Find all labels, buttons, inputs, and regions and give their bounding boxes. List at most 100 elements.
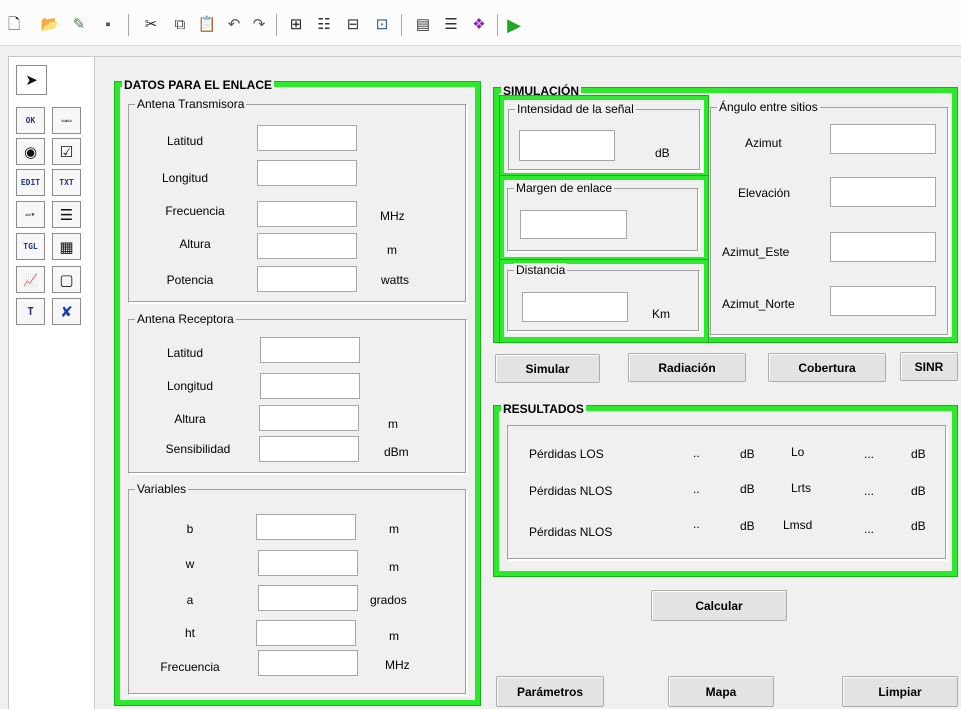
axes-icon[interactable]: 📈 (16, 266, 45, 293)
elevacion-input[interactable] (830, 177, 936, 207)
lrts-label: Lrts (791, 481, 812, 495)
edit-icon[interactable]: ✎ (69, 15, 89, 35)
tx-altura-input[interactable] (257, 233, 357, 259)
popup-menu-icon[interactable]: ▭▾ (16, 201, 45, 228)
tab-order-icon[interactable]: ⊟ (343, 15, 363, 35)
object-browser-icon[interactable]: ❖ (469, 15, 489, 35)
edit-text-icon[interactable]: EDIT (16, 169, 45, 196)
tx-group-title: Antena Transmisora (135, 97, 247, 111)
cut-icon[interactable]: ✂ (141, 15, 161, 35)
lo-unit: dB (911, 447, 926, 461)
rx-altura-input[interactable] (259, 405, 359, 431)
rx-longitud-label: Longitud (166, 379, 214, 393)
tx-longitud-input[interactable] (257, 160, 357, 186)
button-group-icon[interactable]: T (16, 298, 45, 325)
var-w-unit: m (389, 560, 399, 574)
radiacion-button[interactable]: Radiación (628, 353, 746, 382)
rx-altura-unit: m (388, 417, 398, 431)
distancia-input[interactable] (522, 292, 628, 322)
slider-icon[interactable]: ▭▭ (52, 107, 81, 134)
save-icon[interactable]: ▪ (98, 15, 118, 35)
intensidad-unit: dB (655, 146, 670, 160)
activex-icon[interactable]: ✘ (52, 298, 81, 325)
paste-icon[interactable]: 📋 (197, 15, 217, 35)
var-a-input[interactable] (258, 585, 358, 611)
radio-button-icon[interactable]: ◉ (16, 138, 45, 165)
var-a-unit: grados (370, 593, 407, 607)
distancia-unit: Km (652, 307, 670, 321)
var-ht-label: ht (184, 626, 195, 640)
var-ht-unit: m (389, 629, 399, 643)
align-icon[interactable]: ⊞ (286, 15, 306, 35)
editor-icon[interactable]: ▤ (413, 15, 433, 35)
rx-longitud-input[interactable] (260, 373, 360, 399)
copy-icon[interactable]: ⧉ (170, 15, 190, 35)
azimut-input[interactable] (830, 124, 936, 154)
rx-latitud-input[interactable] (260, 337, 360, 363)
cobertura-button[interactable]: Cobertura (768, 353, 886, 382)
push-button-icon[interactable]: OK (16, 107, 45, 134)
toolbar-editor-icon[interactable]: ⊡ (372, 15, 392, 35)
toolbar-separator (128, 14, 129, 36)
toolbar-separator (497, 14, 498, 36)
listbox-icon[interactable]: ☰ (52, 201, 81, 228)
tx-latitud-input[interactable] (257, 125, 357, 151)
rx-group-title: Antena Receptora (135, 312, 236, 326)
component-palette: ➤ OK ▭▭ ◉ ☑ EDIT TXT ▭▾ ☰ TGL ▦ 📈 ▢ T ✘ (8, 56, 100, 709)
menu-editor-icon[interactable]: ☷ (314, 15, 334, 35)
rx-latitud-label: Latitud (166, 346, 204, 360)
perdidas-nlos-unit: dB (740, 482, 755, 496)
lmsd-unit: dB (911, 519, 926, 533)
property-inspector-icon[interactable]: ☰ (441, 15, 461, 35)
lo-label: Lo (791, 445, 805, 459)
perdidas-los-label: Pérdidas LOS (529, 447, 604, 461)
simular-button[interactable]: Simular (495, 354, 600, 383)
undo-icon[interactable]: ↶ (224, 15, 244, 35)
var-ht-input[interactable] (256, 620, 356, 646)
elevacion-label: Elevación (738, 186, 791, 200)
limpiar-button[interactable]: Limpiar (842, 676, 958, 707)
rx-sensibilidad-input[interactable] (259, 436, 359, 462)
checkbox-icon[interactable]: ☑ (52, 138, 81, 165)
angulo-title: Ángulo entre sitios (717, 100, 820, 114)
var-frecuencia-label: Frecuencia (160, 660, 220, 674)
parametros-button[interactable]: Parámetros (496, 676, 604, 707)
enlace-title: DATOS PARA EL ENLACE (122, 78, 275, 92)
var-w-label: w (185, 557, 195, 571)
var-frecuencia-input[interactable] (258, 650, 358, 676)
azimut-norte-input[interactable] (830, 286, 936, 316)
var-w-input[interactable] (258, 550, 358, 576)
tx-potencia-label: Potencia (166, 273, 214, 287)
lmsd-value: ... (864, 522, 875, 536)
var-b-input[interactable] (256, 514, 356, 540)
toolbar: 🗋 📂 ✎ ▪ ✂ ⧉ 📋 ↶ ↷ ⊞ ☷ ⊟ ⊡ ▤ ☰ ❖ ▶ (0, 0, 961, 46)
tx-potencia-input[interactable] (257, 266, 357, 292)
azimut-label: Azimut (745, 136, 782, 150)
tx-frecuencia-input[interactable] (257, 201, 357, 227)
lrts-unit: dB (911, 484, 926, 498)
redo-icon[interactable]: ↷ (249, 15, 269, 35)
calcular-button[interactable]: Calcular (651, 590, 787, 621)
open-folder-icon[interactable]: 📂 (40, 15, 60, 35)
toggle-button-icon[interactable]: TGL (16, 233, 45, 260)
intensidad-input[interactable] (519, 130, 615, 161)
var-b-unit: m (389, 522, 399, 536)
azimut-norte-label: Azimut_Norte (722, 297, 795, 311)
sinr-button[interactable]: SINR (900, 352, 958, 381)
rx-altura-label: Altura (174, 412, 206, 426)
margen-input[interactable] (520, 210, 627, 239)
panel-icon[interactable]: ▢ (52, 266, 81, 293)
table-icon[interactable]: ▦ (52, 233, 81, 260)
intensidad-title: Intensidad de la señal (515, 102, 636, 116)
run-icon[interactable]: ▶ (504, 15, 524, 35)
pointer-icon[interactable]: ➤ (16, 65, 47, 95)
static-text-icon[interactable]: TXT (52, 169, 81, 196)
tx-frecuencia-label: Frecuencia (165, 204, 225, 218)
mapa-button[interactable]: Mapa (668, 676, 774, 707)
perdidas-nlos-label: Pérdidas NLOS (529, 484, 613, 498)
var-b-label: b (186, 522, 194, 536)
new-file-icon[interactable]: 🗋 (4, 15, 24, 35)
perdidas-nlos-2-label: Pérdidas NLOS (529, 525, 613, 539)
lrts-value: ... (864, 484, 875, 498)
azimut-este-input[interactable] (830, 232, 936, 262)
